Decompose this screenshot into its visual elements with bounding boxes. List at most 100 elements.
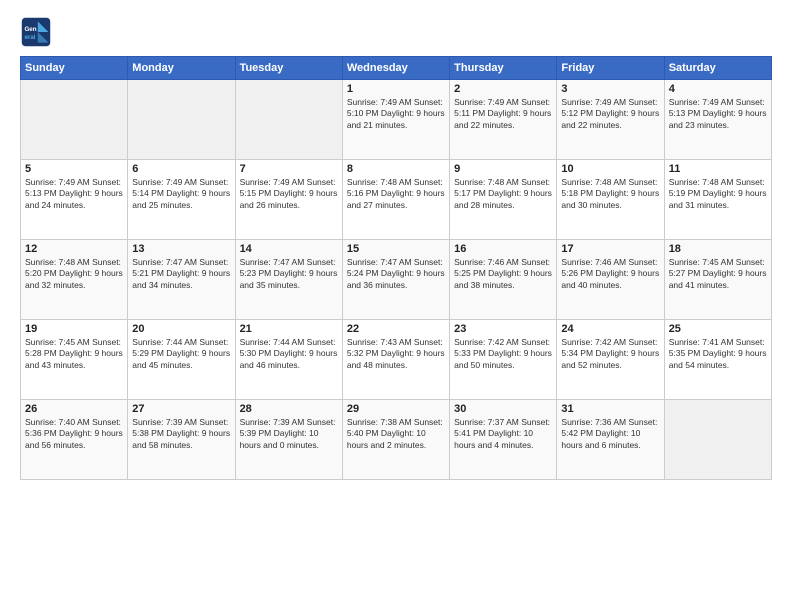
day-number: 25 xyxy=(669,323,767,335)
day-cell: 18 Sunrise: 7:45 AM Sunset: 5:27 PM Dayli… xyxy=(664,240,771,320)
day-info: Sunrise: 7:47 AM Sunset: 5:21 PM Dayligh… xyxy=(132,257,230,291)
week-row-1: 5 Sunrise: 7:49 AM Sunset: 5:13 PM Daylig… xyxy=(21,160,772,240)
weekday-tuesday: Tuesday xyxy=(235,57,342,80)
day-info: Sunrise: 7:44 AM Sunset: 5:29 PM Dayligh… xyxy=(132,337,230,371)
day-cell: 24Sunrise: 7:42 AM Sunset: 5:34 PM Dayli… xyxy=(557,320,664,400)
day-cell xyxy=(664,400,771,480)
day-info: Sunrise: 7:48 AM Sunset: 5:20 PM Dayligh… xyxy=(25,257,123,291)
day-cell: 26 Sunrise: 7:40 AM Sunset: 5:36 PM Dayli… xyxy=(21,400,128,480)
day-info: Sunrise: 7:40 AM Sunset: 5:36 PM Dayligh… xyxy=(25,417,123,451)
day-info: Sunrise: 7:44 AM Sunset: 5:30 PM Dayligh… xyxy=(240,337,338,371)
day-info: Sunrise: 7:41 AM Sunset: 5:35 PM Dayligh… xyxy=(669,337,767,371)
day-number: 23 xyxy=(454,323,552,335)
logo-icon: Gen eral xyxy=(20,16,52,48)
day-number: 11 xyxy=(669,163,767,175)
day-info: Sunrise: 7:49 AM Sunset: 5:13 PM Dayligh… xyxy=(669,97,767,131)
day-cell: 1 Sunrise: 7:49 AM Sunset: 5:10 PM Daylig… xyxy=(342,80,449,160)
day-info: Sunrise: 7:45 AM Sunset: 5:27 PM Dayligh… xyxy=(669,257,767,291)
day-cell: 2 Sunrise: 7:49 AM Sunset: 5:11 PM Daylig… xyxy=(450,80,557,160)
day-number: 21 xyxy=(240,323,338,335)
day-number: 19 xyxy=(25,323,123,335)
page: Gen eral SundayMondayTuesdayWednesdayThu… xyxy=(0,0,792,612)
day-info: Sunrise: 7:37 AM Sunset: 5:41 PM Dayligh… xyxy=(454,417,552,451)
day-info: Sunrise: 7:38 AM Sunset: 5:40 PM Dayligh… xyxy=(347,417,445,451)
day-number: 9 xyxy=(454,163,552,175)
day-number: 3 xyxy=(561,83,659,95)
day-number: 27 xyxy=(132,403,230,415)
weekday-saturday: Saturday xyxy=(664,57,771,80)
day-cell: 29 Sunrise: 7:38 AM Sunset: 5:40 PM Dayli… xyxy=(342,400,449,480)
day-number: 29 xyxy=(347,403,445,415)
day-info: Sunrise: 7:48 AM Sunset: 5:17 PM Dayligh… xyxy=(454,177,552,211)
day-number: 28 xyxy=(240,403,338,415)
day-number: 13 xyxy=(132,243,230,255)
day-number: 30 xyxy=(454,403,552,415)
week-row-0: 1 Sunrise: 7:49 AM Sunset: 5:10 PM Daylig… xyxy=(21,80,772,160)
day-cell: 31 Sunrise: 7:36 AM Sunset: 5:42 PM Dayli… xyxy=(557,400,664,480)
day-number: 15 xyxy=(347,243,445,255)
day-info: Sunrise: 7:36 AM Sunset: 5:42 PM Dayligh… xyxy=(561,417,659,451)
day-cell: 20 Sunrise: 7:44 AM Sunset: 5:29 PM Dayli… xyxy=(128,320,235,400)
day-cell: 30 Sunrise: 7:37 AM Sunset: 5:41 PM Dayli… xyxy=(450,400,557,480)
calendar-table: SundayMondayTuesdayWednesdayThursdayFrid… xyxy=(20,56,772,480)
week-row-2: 12Sunrise: 7:48 AM Sunset: 5:20 PM Dayli… xyxy=(21,240,772,320)
day-cell: 27 Sunrise: 7:39 AM Sunset: 5:38 PM Dayli… xyxy=(128,400,235,480)
day-info: Sunrise: 7:42 AM Sunset: 5:33 PM Dayligh… xyxy=(454,337,552,371)
day-number: 16 xyxy=(454,243,552,255)
day-info: Sunrise: 7:39 AM Sunset: 5:38 PM Dayligh… xyxy=(132,417,230,451)
day-number: 1 xyxy=(347,83,445,95)
header: Gen eral xyxy=(20,16,772,48)
weekday-friday: Friday xyxy=(557,57,664,80)
day-number: 20 xyxy=(132,323,230,335)
weekday-sunday: Sunday xyxy=(21,57,128,80)
day-info: Sunrise: 7:42 AM Sunset: 5:34 PM Dayligh… xyxy=(561,337,659,371)
day-cell: 16Sunrise: 7:46 AM Sunset: 5:25 PM Dayli… xyxy=(450,240,557,320)
weekday-monday: Monday xyxy=(128,57,235,80)
day-cell: 23 Sunrise: 7:42 AM Sunset: 5:33 PM Dayli… xyxy=(450,320,557,400)
day-cell xyxy=(128,80,235,160)
day-cell: 4Sunrise: 7:49 AM Sunset: 5:13 PM Daylig… xyxy=(664,80,771,160)
day-cell: 3Sunrise: 7:49 AM Sunset: 5:12 PM Daylig… xyxy=(557,80,664,160)
day-info: Sunrise: 7:45 AM Sunset: 5:28 PM Dayligh… xyxy=(25,337,123,371)
day-cell: 22Sunrise: 7:43 AM Sunset: 5:32 PM Dayli… xyxy=(342,320,449,400)
day-cell: 12Sunrise: 7:48 AM Sunset: 5:20 PM Dayli… xyxy=(21,240,128,320)
day-info: Sunrise: 7:48 AM Sunset: 5:16 PM Dayligh… xyxy=(347,177,445,211)
day-cell: 8Sunrise: 7:48 AM Sunset: 5:16 PM Daylig… xyxy=(342,160,449,240)
day-info: Sunrise: 7:48 AM Sunset: 5:19 PM Dayligh… xyxy=(669,177,767,211)
day-number: 5 xyxy=(25,163,123,175)
day-number: 18 xyxy=(669,243,767,255)
day-number: 10 xyxy=(561,163,659,175)
day-info: Sunrise: 7:47 AM Sunset: 5:24 PM Dayligh… xyxy=(347,257,445,291)
day-cell: 13 Sunrise: 7:47 AM Sunset: 5:21 PM Dayli… xyxy=(128,240,235,320)
day-cell xyxy=(21,80,128,160)
day-cell: 25 Sunrise: 7:41 AM Sunset: 5:35 PM Dayli… xyxy=(664,320,771,400)
day-cell: 14 Sunrise: 7:47 AM Sunset: 5:23 PM Dayli… xyxy=(235,240,342,320)
week-row-4: 26 Sunrise: 7:40 AM Sunset: 5:36 PM Dayli… xyxy=(21,400,772,480)
day-info: Sunrise: 7:49 AM Sunset: 5:10 PM Dayligh… xyxy=(347,97,445,131)
day-info: Sunrise: 7:49 AM Sunset: 5:13 PM Dayligh… xyxy=(25,177,123,211)
weekday-header-row: SundayMondayTuesdayWednesdayThursdayFrid… xyxy=(21,57,772,80)
day-number: 14 xyxy=(240,243,338,255)
day-cell: 19 Sunrise: 7:45 AM Sunset: 5:28 PM Dayli… xyxy=(21,320,128,400)
day-cell: 6 Sunrise: 7:49 AM Sunset: 5:14 PM Daylig… xyxy=(128,160,235,240)
day-info: Sunrise: 7:46 AM Sunset: 5:26 PM Dayligh… xyxy=(561,257,659,291)
svg-text:eral: eral xyxy=(24,34,35,41)
day-cell xyxy=(235,80,342,160)
day-cell: 7 Sunrise: 7:49 AM Sunset: 5:15 PM Daylig… xyxy=(235,160,342,240)
day-info: Sunrise: 7:49 AM Sunset: 5:15 PM Dayligh… xyxy=(240,177,338,211)
logo: Gen eral xyxy=(20,16,56,48)
day-number: 7 xyxy=(240,163,338,175)
day-number: 17 xyxy=(561,243,659,255)
day-number: 6 xyxy=(132,163,230,175)
day-cell: 11 Sunrise: 7:48 AM Sunset: 5:19 PM Dayli… xyxy=(664,160,771,240)
week-row-3: 19 Sunrise: 7:45 AM Sunset: 5:28 PM Dayli… xyxy=(21,320,772,400)
weekday-wednesday: Wednesday xyxy=(342,57,449,80)
day-cell: 10Sunrise: 7:48 AM Sunset: 5:18 PM Dayli… xyxy=(557,160,664,240)
day-number: 2 xyxy=(454,83,552,95)
day-cell: 17 Sunrise: 7:46 AM Sunset: 5:26 PM Dayli… xyxy=(557,240,664,320)
day-number: 31 xyxy=(561,403,659,415)
day-info: Sunrise: 7:49 AM Sunset: 5:14 PM Dayligh… xyxy=(132,177,230,211)
day-info: Sunrise: 7:47 AM Sunset: 5:23 PM Dayligh… xyxy=(240,257,338,291)
day-number: 26 xyxy=(25,403,123,415)
day-info: Sunrise: 7:49 AM Sunset: 5:11 PM Dayligh… xyxy=(454,97,552,131)
